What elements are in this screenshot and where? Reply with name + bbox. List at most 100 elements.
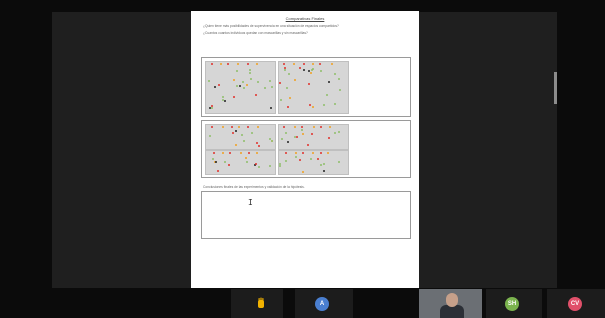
text-cursor-icon: I (248, 198, 253, 207)
simulation-agent (330, 63, 333, 65)
simulation-agent (316, 158, 319, 161)
simulation-agent (215, 161, 218, 164)
simulation-agent (294, 152, 297, 154)
simulation-agent (279, 164, 282, 167)
simulation-agent (250, 78, 253, 81)
simulation-agent (285, 152, 287, 154)
simulation-box-2 (201, 120, 411, 178)
simulation-agent (233, 95, 236, 98)
simulation-agent (280, 138, 283, 141)
conclusions-text-box[interactable] (201, 191, 411, 239)
participant-video-face (446, 293, 458, 307)
simulation-agent (308, 82, 310, 85)
simulation-agent (311, 68, 314, 71)
simulation-agent (286, 105, 289, 108)
simulation-agent (302, 63, 305, 65)
scrollbar[interactable] (554, 72, 557, 104)
simulation-agent (322, 162, 325, 165)
question-2: ¿Cuantos cuantos individuos quedan con m… (203, 31, 308, 35)
simulation-agent (294, 79, 297, 82)
simulation-agent (255, 152, 258, 154)
simulation-agent (311, 105, 314, 108)
simulation-agent (309, 71, 312, 74)
simulation-agent (246, 63, 249, 65)
simulation-agent (242, 140, 245, 143)
simulation-agent (235, 69, 238, 72)
simulation-agent (301, 126, 304, 128)
simulation-agent (212, 152, 215, 154)
simulation-agent (255, 142, 258, 145)
simulation-agent (216, 169, 219, 172)
simulation-agent (250, 131, 253, 134)
avatar-initials: A (319, 301, 325, 307)
simulation-agent (333, 103, 336, 106)
simulation-agent (292, 63, 295, 65)
simulation-agent (258, 166, 261, 169)
simulation-agent (239, 152, 242, 154)
simulation-agent (299, 67, 302, 70)
simulation-agent (228, 152, 231, 154)
simulation-agent (320, 69, 323, 72)
simulation-agent (284, 69, 287, 71)
simulation-agent (289, 97, 292, 100)
simulation-agent (284, 131, 287, 134)
simulation-agent (235, 85, 238, 88)
simulation-agent (282, 126, 285, 128)
simulation-agent (223, 99, 226, 102)
simulation-screenshot (205, 124, 276, 150)
simulation-agent (338, 77, 341, 80)
simulation-agent (302, 69, 305, 72)
conclusions-label: Conclusiones finales de las experimentos… (203, 185, 305, 189)
simulation-agent (311, 63, 314, 65)
simulation-agent (210, 63, 213, 65)
simulation-agent (245, 83, 248, 86)
simulation-agent (306, 144, 309, 147)
question-1: ¿Quien tiene más posibilidades de superv… (203, 24, 339, 28)
simulation-agent (322, 104, 325, 107)
simulation-agent (240, 134, 243, 137)
simulation-agent (237, 126, 240, 128)
avatar-initials: CV (570, 301, 580, 307)
simulation-agent (333, 132, 336, 135)
simulation-agent (338, 89, 341, 92)
simulation-agent (211, 106, 214, 109)
simulation-agent (269, 164, 272, 167)
simulation-agent (327, 136, 330, 139)
simulation-agent (224, 160, 227, 163)
simulation-agent (238, 85, 241, 88)
simulation-agent (319, 163, 322, 166)
simulation-agent (211, 158, 214, 161)
simulation-agent (235, 144, 238, 146)
simulation-agent (293, 135, 296, 138)
simulation-agent (301, 170, 304, 173)
simulation-agent (256, 126, 259, 128)
simulation-screenshot (205, 150, 276, 175)
simulation-agent (323, 170, 326, 173)
simulation-agent (269, 106, 272, 109)
simulation-agent (209, 135, 212, 138)
document-title: Comparativas Finales (285, 16, 325, 21)
simulation-box-1 (201, 57, 411, 117)
simulation-agent (236, 63, 239, 65)
simulation-agent (230, 126, 233, 128)
simulation-agent (279, 99, 282, 102)
raised-hand-icon (254, 297, 268, 311)
simulation-agent (256, 63, 259, 65)
simulation-agent (293, 126, 296, 128)
simulation-agent (218, 84, 221, 87)
avatar: CV (568, 297, 582, 311)
simulation-agent (326, 94, 329, 97)
simulation-agent (213, 85, 216, 88)
simulation-agent (246, 161, 249, 164)
simulation-agent (288, 73, 291, 76)
simulation-agent (228, 163, 231, 166)
simulation-agent (309, 157, 312, 160)
simulation-agent (269, 80, 272, 83)
simulation-screenshot (278, 61, 349, 114)
simulation-agent (244, 157, 247, 160)
simulation-agent (242, 80, 245, 83)
simulation-agent (338, 130, 341, 133)
simulation-agent (249, 71, 252, 74)
simulation-agent (327, 152, 330, 154)
avatar: A (315, 297, 329, 311)
